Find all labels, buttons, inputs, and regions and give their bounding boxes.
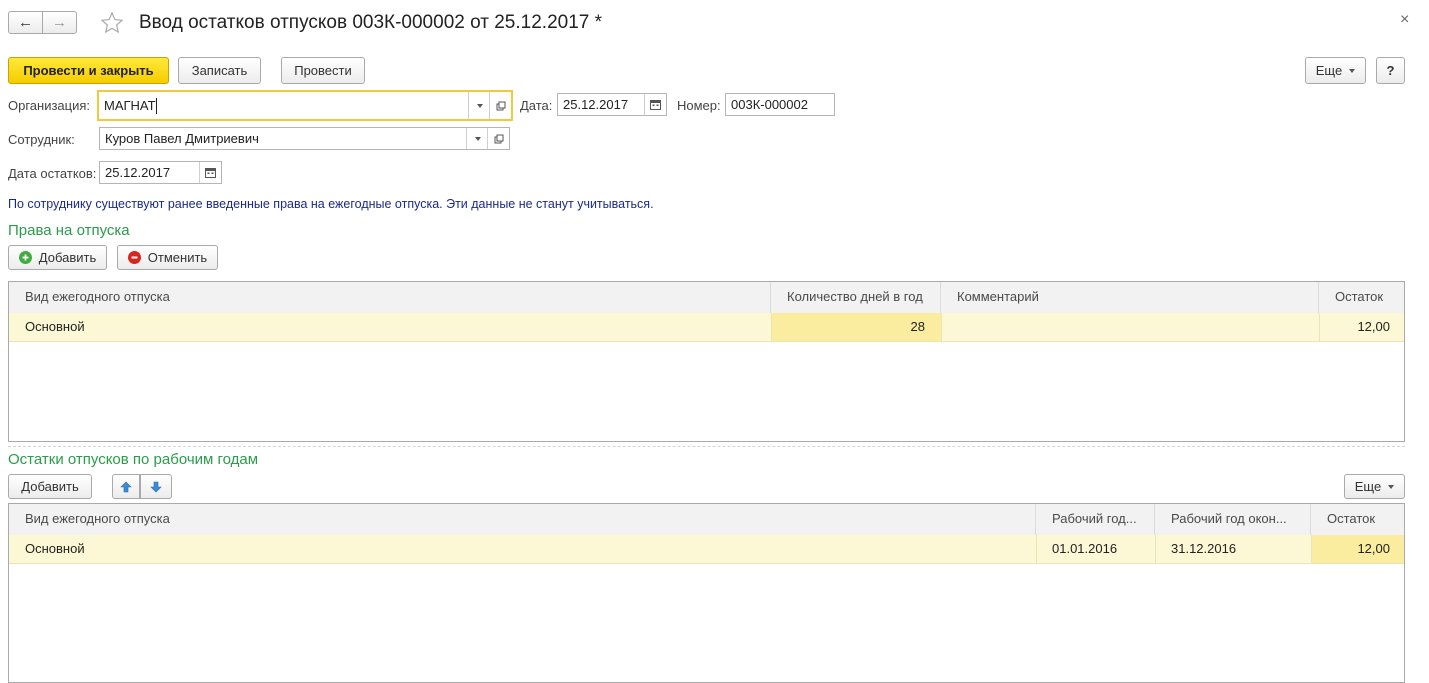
move-up-button[interactable] [112,474,140,499]
vacation-type-cell: Основной [25,319,85,334]
plus-icon [18,251,32,264]
balance-date-label: Дата остатков: [8,166,97,181]
organization-label: Организация: [8,98,91,113]
close-icon[interactable]: × [1400,11,1409,29]
calendar-icon [650,100,661,110]
chevron-down-icon [474,136,481,141]
column-divider [941,313,942,341]
arrow-up-icon [120,481,132,492]
work-year-start-cell: 01.01.2016 [1052,541,1118,556]
post-button[interactable]: Провести [281,57,365,84]
calendar-icon [205,168,216,178]
open-button[interactable] [487,128,509,149]
arrow-down-icon [150,481,162,492]
arrow-left-icon: ← [18,14,33,31]
rights-table[interactable]: Вид ежегодного отпуска Количество дней в… [8,281,1405,442]
column-header[interactable]: Рабочий год... [1036,504,1155,535]
more-menu-button[interactable]: Еще [1305,57,1366,84]
column-divider [1319,313,1320,341]
rights-section-title: Права на отпуска [8,222,130,239]
work-year-end-cell: 31.12.2016 [1171,541,1237,556]
open-window-icon [494,134,503,143]
column-divider [1155,535,1156,563]
column-header[interactable]: Остаток [1319,282,1404,313]
help-button[interactable]: ? [1376,57,1405,84]
open-window-icon [496,101,505,110]
favorite-star-icon[interactable] [99,10,125,36]
open-button[interactable] [489,92,511,119]
dropdown-button[interactable] [468,92,490,119]
organization-value: МАГНАТ [104,98,156,113]
column-header[interactable]: Остаток [1311,504,1404,535]
balance-date-field[interactable]: 25.12.2017 [99,161,222,184]
column-header[interactable]: Количество дней в год [771,282,941,313]
comment-cell [941,313,1319,341]
column-header[interactable]: Вид ежегодного отпуска [9,282,771,313]
table-row[interactable]: Основной 28 12,00 [9,313,1404,342]
balances-add-button[interactable]: Добавить [8,474,92,499]
number-field[interactable]: 003К-000002 [725,93,835,116]
notice-text: По сотруднику существуют ранее введенные… [8,197,654,211]
column-divider [1311,535,1312,563]
chevron-down-icon [476,103,483,108]
days-per-year-cell: 28 [771,313,941,341]
number-label: Номер: [677,98,721,113]
column-divider [771,313,772,341]
rights-cancel-label: Отменить [147,250,208,265]
more-label: Еще [1354,479,1382,494]
forward-button[interactable]: → [42,11,77,34]
number-value: 003К-000002 [731,97,808,112]
text-cursor [156,98,157,114]
balance-cell: 12,00 [1311,535,1404,563]
employee-field[interactable]: Куров Павел Дмитриевич [99,127,510,150]
dropdown-button[interactable] [466,128,488,149]
more-label: Еще [1315,63,1343,78]
vacation-type-cell: Основной [25,541,85,556]
rights-add-label: Добавить [38,250,97,265]
post-and-close-button[interactable]: Провести и закрыть [8,57,169,84]
column-header[interactable]: Комментарий [941,282,1319,313]
calendar-button[interactable] [644,94,666,115]
move-down-button[interactable] [140,474,172,499]
chevron-down-icon [1388,484,1395,489]
arrow-right-icon: → [52,14,67,31]
splitter[interactable] [8,446,1405,447]
balances-section-title: Остатки отпусков по рабочим годам [8,451,259,468]
minus-icon [127,251,141,264]
balance-date-value: 25.12.2017 [105,165,171,180]
column-header[interactable]: Рабочий год окон... [1155,504,1311,535]
calendar-button[interactable] [199,162,221,183]
window-title: Ввод остатков отпусков 003К-000002 от 25… [139,12,603,33]
rights-table-header: Вид ежегодного отпуска Количество дней в… [9,282,1404,314]
back-button[interactable]: ← [8,11,43,34]
table-row[interactable]: Основной 01.01.2016 31.12.2016 12,00 [9,535,1404,564]
rights-add-button[interactable]: Добавить [8,245,107,270]
date-value: 25.12.2017 [563,97,629,112]
employee-label: Сотрудник: [8,132,75,147]
date-label: Дата: [520,98,553,113]
date-field[interactable]: 25.12.2017 [557,93,667,116]
rights-cancel-button[interactable]: Отменить [117,245,218,270]
column-divider [1036,535,1037,563]
balances-more-button[interactable]: Еще [1344,474,1405,499]
balances-table[interactable]: Вид ежегодного отпуска Рабочий год... Ра… [8,503,1405,683]
column-header[interactable]: Вид ежегодного отпуска [9,504,1036,535]
balances-table-header: Вид ежегодного отпуска Рабочий год... Ра… [9,504,1404,536]
chevron-down-icon [1349,68,1356,73]
organization-field[interactable]: МАГНАТ [97,90,513,121]
employee-value: Куров Павел Дмитриевич [105,131,259,146]
balance-cell: 12,00 [1357,319,1390,334]
save-button[interactable]: Записать [178,57,261,84]
